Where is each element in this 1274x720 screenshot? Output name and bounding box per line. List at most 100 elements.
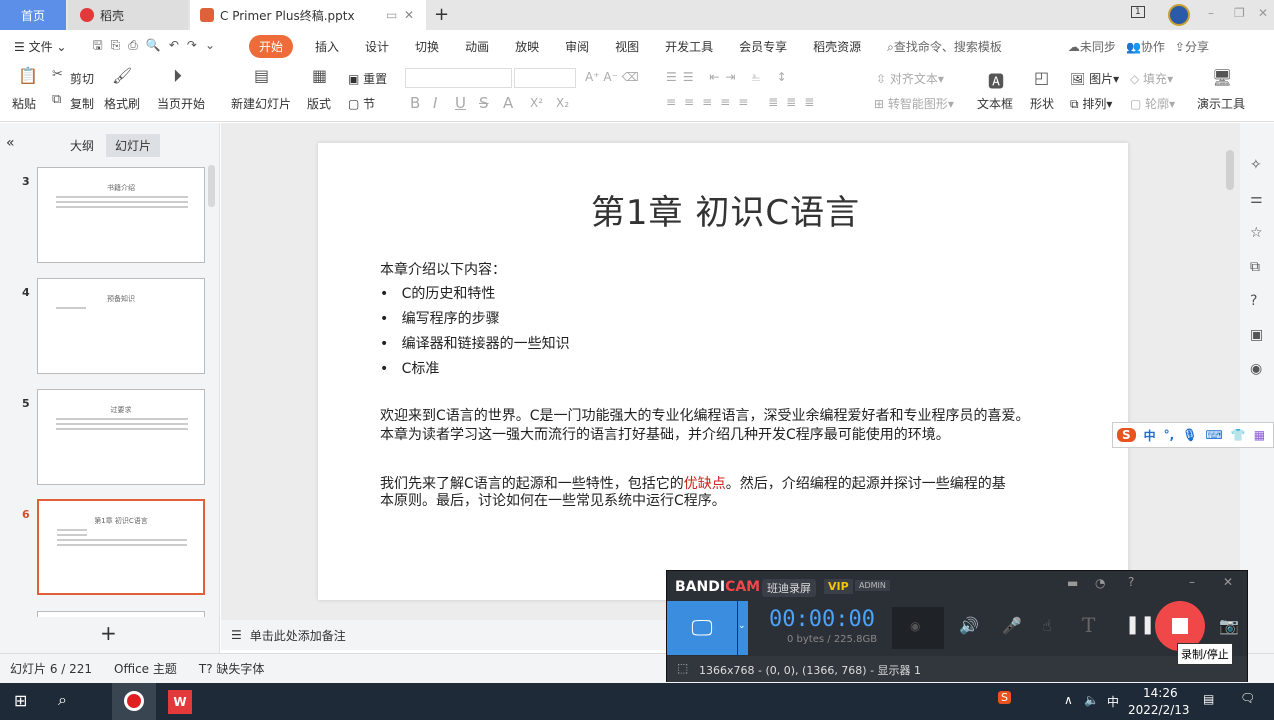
wps-taskbar-icon[interactable]: W xyxy=(168,690,192,714)
tab-close-icon[interactable]: ✕ xyxy=(404,8,414,22)
bullet-item[interactable]: • 编写程序的步骤 xyxy=(380,308,500,328)
missing-font-button[interactable]: T? 缺失字体 xyxy=(199,660,265,677)
command-search[interactable]: ⌕查找命令、搜索模板 xyxy=(887,38,1002,55)
outline-button[interactable]: ▢ 轮廓▾ xyxy=(1130,95,1175,112)
text-overlay-icon[interactable]: T xyxy=(1082,613,1095,637)
ime-punctuation[interactable]: °, xyxy=(1164,428,1175,442)
slide-thumbnail[interactable] xyxy=(37,611,205,617)
slide-thumbnail-selected[interactable]: 第1章 初识C语言 xyxy=(37,499,205,595)
bandicam-close-button[interactable]: ✕ xyxy=(1223,575,1233,589)
collapse-panel-button[interactable]: « xyxy=(6,135,15,151)
menu-view[interactable]: 视图 xyxy=(615,38,639,55)
animation-icon[interactable]: ✧ xyxy=(1250,157,1262,173)
windows-start-icon[interactable]: ⊞ xyxy=(14,691,27,710)
clock-icon[interactable]: ◔ xyxy=(1095,576,1105,590)
clock-time[interactable]: 14:26 xyxy=(1143,686,1178,700)
font-size-controls[interactable]: A⁺ A⁻ ⌫ xyxy=(585,70,639,84)
paragraph-line[interactable]: 本章为读者学习这一强大而流行的语言打好基础，并介绍几种开发C程序最可能使用的环境… xyxy=(380,424,950,444)
file-menu[interactable]: ☰ 文件 ⌄ xyxy=(14,38,66,55)
notification-icon[interactable]: 🗨 xyxy=(1240,691,1255,705)
webcam-button[interactable]: ◉ xyxy=(892,607,944,649)
folder-icon[interactable]: ▬ xyxy=(1067,576,1078,590)
tray-ime[interactable]: 中 xyxy=(1107,693,1119,710)
close-window-button[interactable]: ✕ xyxy=(1258,6,1268,20)
microphone-icon[interactable]: 🎙 xyxy=(1182,428,1197,442)
ime-mode[interactable]: 中 xyxy=(1144,427,1156,444)
layout-button[interactable]: 版式 xyxy=(307,95,331,112)
arrange-button[interactable]: ⧉ 排列▾ xyxy=(1070,95,1112,112)
collab-button[interactable]: 👥协作 xyxy=(1126,38,1165,55)
pin-icon[interactable]: ▭ xyxy=(386,8,397,22)
panel-scrollbar[interactable] xyxy=(208,165,215,207)
tab-outline[interactable]: 大纲 xyxy=(70,137,94,154)
font-name-select[interactable] xyxy=(405,68,512,88)
bandicam-minimize-button[interactable]: – xyxy=(1189,575,1195,589)
underline-button[interactable]: U xyxy=(455,94,466,112)
font-color-button[interactable]: A xyxy=(503,94,513,112)
fill-button[interactable]: ◇ 填充▾ xyxy=(1130,70,1173,87)
format-painter-button[interactable]: 格式刷 xyxy=(104,95,140,112)
paragraph-line[interactable]: 欢迎来到C语言的世界。C是一门功能强大的专业化编程语言，深受业余编程爱好者和专业… xyxy=(380,405,1030,425)
bullet-item[interactable]: • 编译器和链接器的一些知识 xyxy=(380,333,570,353)
search-icon[interactable]: ⌕ xyxy=(58,690,67,710)
slide-thumbnail[interactable]: 书籍介绍 xyxy=(37,167,205,263)
canvas-scrollbar[interactable] xyxy=(1226,150,1234,190)
settings-sliders-icon[interactable]: ⚌ xyxy=(1250,191,1263,207)
avatar[interactable] xyxy=(1168,4,1190,26)
menu-home[interactable]: 开始 xyxy=(249,34,294,58)
pause-button[interactable]: ❚❚ xyxy=(1125,614,1155,635)
cursor-click-icon[interactable]: ☝ xyxy=(1042,616,1052,635)
menu-review[interactable]: 审阅 xyxy=(565,38,589,55)
new-tab-button[interactable]: + xyxy=(434,4,449,25)
strikethrough-button[interactable]: S xyxy=(479,94,489,112)
bullet-item[interactable]: • C标准 xyxy=(380,358,439,378)
italic-button[interactable]: I xyxy=(433,94,437,112)
paragraph-line[interactable]: 本原则。最后，讨论如何在一些常见系统中运行C程序。 xyxy=(380,490,726,510)
copy-button[interactable]: 复制 xyxy=(70,95,94,112)
present-tools-button[interactable]: 演示工具 xyxy=(1197,95,1245,112)
skin-icon[interactable]: 👕 xyxy=(1231,428,1246,442)
screen-mode-button[interactable]: 🖵 xyxy=(667,601,737,655)
tab-daoke[interactable]: 稻壳 xyxy=(68,0,188,30)
speaker-icon[interactable]: 🔊 xyxy=(959,616,979,635)
volume-icon[interactable]: 🔈 xyxy=(1084,693,1099,707)
menu-animation[interactable]: 动画 xyxy=(465,38,489,55)
help-icon[interactable]: ? xyxy=(1250,293,1257,309)
microphone-icon[interactable]: 🎤 xyxy=(1002,616,1022,635)
star-icon[interactable]: ☆ xyxy=(1250,225,1263,241)
smart-art-button[interactable]: ⊞ 转智能图形▾ xyxy=(874,95,954,112)
list-controls[interactable]: ☰☰ ⇤⇥ ⎁ ↕ xyxy=(666,70,793,85)
font-size-select[interactable] xyxy=(514,68,576,88)
cut-button[interactable]: 剪切 xyxy=(70,70,94,87)
tab-document[interactable]: C Primer Plus终稿.pptx ▭ ✕ xyxy=(190,0,426,30)
menu-transition[interactable]: 切换 xyxy=(415,38,439,55)
play-current-button[interactable]: 当页开始 xyxy=(157,95,205,112)
section-button[interactable]: ▢ 节 xyxy=(348,95,375,112)
add-slide-button[interactable]: + xyxy=(100,621,117,645)
keyboard-icon[interactable]: ⌨ xyxy=(1205,428,1222,442)
subscript-button[interactable]: X₂ xyxy=(556,96,569,110)
slide-title[interactable]: 第1章 初识C语言 xyxy=(318,185,1128,234)
location-icon[interactable]: ◉ xyxy=(1250,361,1262,377)
sogou-tray-icon[interactable]: S xyxy=(998,691,1011,704)
slide-thumbnail[interactable]: 预备知识 xyxy=(37,278,205,374)
region-bar[interactable]: ⬚ 1366x768 - (0, 0), (1366, 768) - 显示器 1 xyxy=(667,656,1247,682)
ime-toolbar[interactable]: S 中 °, 🎙 ⌨ 👕 ▦ xyxy=(1112,422,1274,448)
apps-icon[interactable]: ▦ xyxy=(1254,428,1265,442)
superscript-button[interactable]: X² xyxy=(530,96,543,110)
clock-date[interactable]: 2022/2/13 xyxy=(1128,703,1190,717)
sync-button[interactable]: ☁未同步 xyxy=(1068,38,1116,55)
menu-daoke-resources[interactable]: 稻壳资源 xyxy=(813,38,861,55)
paste-button[interactable]: 粘贴 xyxy=(12,95,36,112)
slide[interactable]: 第1章 初识C语言 本章介绍以下内容： • C的历史和特性 • 编写程序的步骤 … xyxy=(318,143,1128,600)
reset-button[interactable]: ▣ 重置 xyxy=(348,70,387,87)
minimize-button[interactable]: – xyxy=(1208,6,1214,20)
quick-access-toolbar[interactable]: 🖫⎘⎙🔍↶↷⌄ xyxy=(92,36,223,57)
bullet-item[interactable]: • C的历史和特性 xyxy=(380,283,495,303)
help-button[interactable]: ? xyxy=(1128,575,1134,589)
tab-slides[interactable]: 幻灯片 xyxy=(106,134,161,157)
menu-developer[interactable]: 开发工具 xyxy=(665,38,713,55)
notes-tray-icon[interactable]: ▤ xyxy=(1203,692,1214,706)
picture-button[interactable]: 🖼 图片▾ xyxy=(1070,70,1119,87)
textbox-button[interactable]: 文本框 xyxy=(977,95,1013,112)
